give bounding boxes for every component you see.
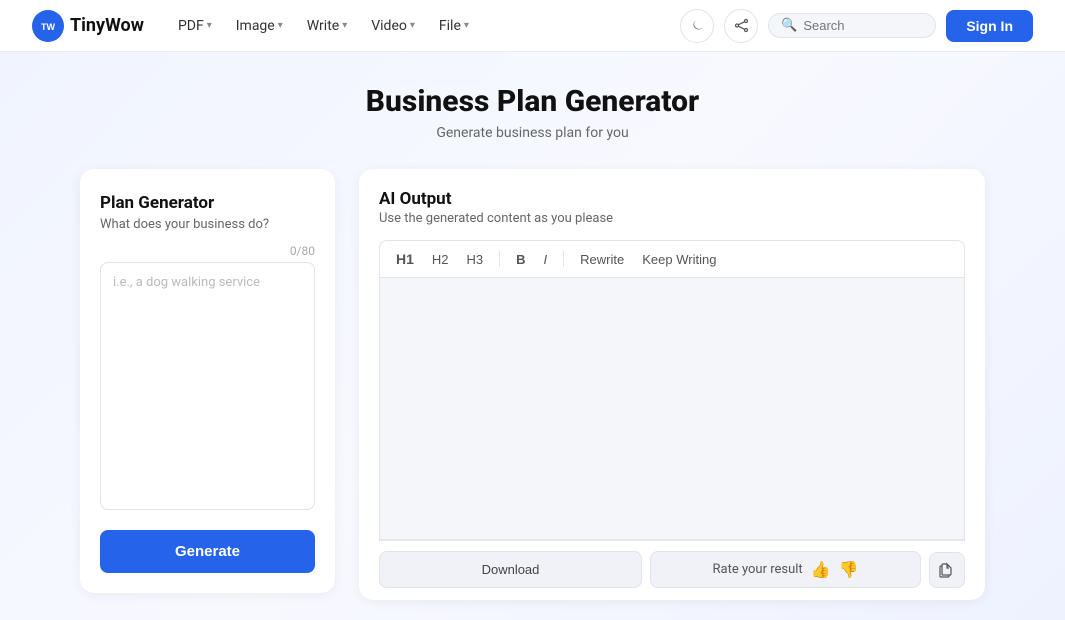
nav-label-image: Image <box>236 18 275 34</box>
logo-text: TinyWow <box>70 15 144 36</box>
share-button[interactable] <box>724 9 758 43</box>
rate-label: Rate your result <box>712 562 802 577</box>
copy-button[interactable] <box>929 552 965 588</box>
business-input[interactable] <box>100 262 315 510</box>
rate-wrap: Rate your result 👍 👎 <box>650 551 921 588</box>
nav-right: 🔍 Sign In <box>680 9 1033 43</box>
toolbar-bold-button[interactable]: B <box>512 250 529 269</box>
toolbar-h3-button[interactable]: H3 <box>463 250 488 269</box>
editor-footer: Download Rate your result 👍 👎 <box>379 540 965 600</box>
logo-link[interactable]: TW TinyWow <box>32 10 144 42</box>
right-panel: AI Output Use the generated content as y… <box>359 169 985 600</box>
ai-output-title: AI Output <box>379 189 965 209</box>
toolbar-separator <box>499 251 500 267</box>
toolbar-separator-2 <box>563 251 564 267</box>
left-panel: Plan Generator What does your business d… <box>80 169 335 593</box>
toolbar-italic-button[interactable]: I <box>540 250 552 269</box>
nav-item-write[interactable]: Write ▾ <box>297 12 357 40</box>
toolbar-h2-button[interactable]: H2 <box>428 250 453 269</box>
logo-icon: TW <box>32 10 64 42</box>
nav-item-video[interactable]: Video ▾ <box>361 12 425 40</box>
page-subtitle: Generate business plan for you <box>80 125 985 141</box>
page-title: Business Plan Generator <box>80 84 985 119</box>
content-row: Plan Generator What does your business d… <box>80 169 985 600</box>
svg-text:TW: TW <box>41 22 55 32</box>
char-count: 0/80 <box>100 244 315 258</box>
nav-item-pdf[interactable]: PDF ▾ <box>168 12 222 40</box>
thumbs-up-icon[interactable]: 👍 <box>811 560 831 579</box>
nav-label-video: Video <box>371 18 407 34</box>
nav-item-file[interactable]: File ▾ <box>429 12 479 40</box>
chevron-down-icon: ▾ <box>342 20 347 31</box>
panel-title: Plan Generator <box>100 193 315 213</box>
search-icon: 🔍 <box>781 18 797 33</box>
nav-label-write: Write <box>307 18 339 34</box>
textarea-wrap <box>100 262 315 514</box>
chevron-down-icon: ▾ <box>464 20 469 31</box>
toolbar-rewrite-button[interactable]: Rewrite <box>576 250 628 269</box>
generate-button[interactable]: Generate <box>100 530 315 573</box>
chevron-down-icon: ▾ <box>278 20 283 31</box>
thumbs-down-icon[interactable]: 👎 <box>839 560 859 579</box>
chevron-down-icon: ▾ <box>410 20 415 31</box>
navbar: TW TinyWow PDF ▾ Image ▾ Write ▾ Video ▾… <box>0 0 1065 52</box>
search-input[interactable] <box>803 18 923 33</box>
toolbar-keep-writing-button[interactable]: Keep Writing <box>638 250 720 269</box>
dark-mode-button[interactable] <box>680 9 714 43</box>
toolbar-h1-button[interactable]: H1 <box>392 249 418 269</box>
main-content: Business Plan Generator Generate busines… <box>0 52 1065 620</box>
download-button[interactable]: Download <box>379 551 642 588</box>
editor-toolbar: H1 H2 H3 B I Rewrite Keep Writing <box>379 240 965 278</box>
search-wrap[interactable]: 🔍 <box>768 13 936 38</box>
ai-output-subtitle: Use the generated content as you please <box>379 211 965 226</box>
nav-label-file: File <box>439 18 461 34</box>
chevron-down-icon: ▾ <box>207 20 212 31</box>
nav-item-image[interactable]: Image ▾ <box>226 12 293 40</box>
nav-label-pdf: PDF <box>178 18 204 34</box>
nav-menu: PDF ▾ Image ▾ Write ▾ Video ▾ File ▾ <box>168 12 672 40</box>
editor-body[interactable] <box>379 278 965 540</box>
panel-subtitle: What does your business do? <box>100 217 315 232</box>
sign-in-button[interactable]: Sign In <box>946 10 1033 42</box>
